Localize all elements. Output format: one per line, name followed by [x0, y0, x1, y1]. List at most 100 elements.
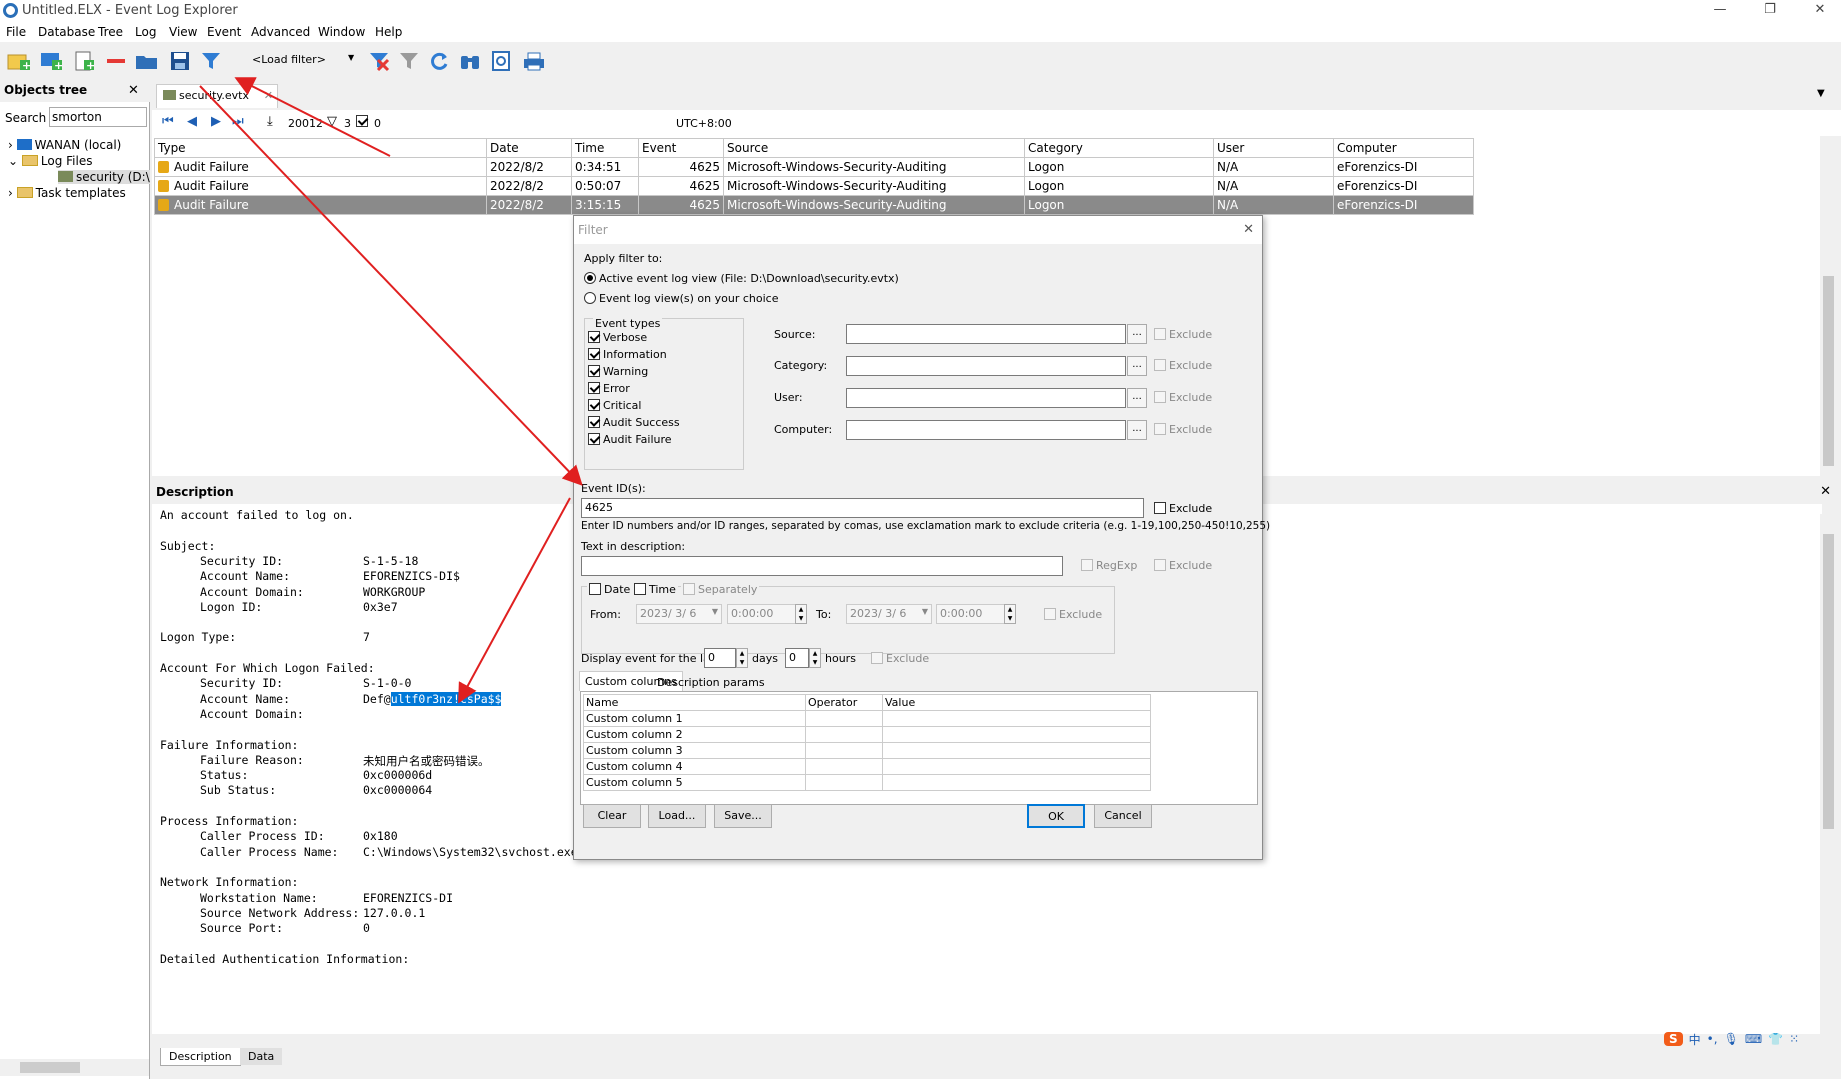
computer-exclude[interactable]: Exclude	[1154, 423, 1212, 436]
category-browse-button[interactable]: ...	[1127, 356, 1147, 376]
remove-icon[interactable]	[103, 48, 129, 74]
ime-logo-icon[interactable]: S	[1664, 1032, 1683, 1046]
calendar-dropdown-icon[interactable]: ▼	[712, 607, 718, 616]
event-ids-input[interactable]: 4625	[581, 498, 1144, 518]
calendar-dropdown-icon[interactable]: ▼	[922, 607, 928, 616]
to-date-input[interactable]: 2023/ 3/ 6 ▼	[846, 604, 932, 624]
ime-microphone-icon[interactable]: 🎙	[1724, 1032, 1739, 1046]
print-preview-icon[interactable]	[488, 48, 514, 74]
find-binoculars-icon[interactable]	[457, 48, 483, 74]
event-type-critical[interactable]: Critical	[588, 399, 641, 412]
tab-security[interactable]: security.evtx ✕	[156, 84, 278, 108]
menu-advanced[interactable]: Advanced	[251, 25, 310, 39]
text-description-input[interactable]	[581, 556, 1063, 576]
time-checkbox[interactable]: Time	[632, 583, 678, 596]
event-ids-exclude[interactable]: Exclude	[1154, 502, 1212, 515]
column-event[interactable]: Event	[638, 138, 724, 158]
menu-tree[interactable]: Tree	[98, 25, 123, 39]
cancel-button[interactable]: Cancel	[1094, 804, 1152, 828]
custom-column-row[interactable]: Custom column 5	[583, 774, 1151, 791]
hours-spinner[interactable]: ▲ ▼	[809, 648, 821, 668]
computer-input[interactable]	[846, 420, 1126, 440]
ime-chinese-icon[interactable]: 中	[1689, 1031, 1701, 1048]
menu-database[interactable]: Database	[38, 25, 95, 39]
close-window-button[interactable]: ✕	[1800, 2, 1840, 17]
source-input[interactable]	[846, 324, 1126, 344]
column-date[interactable]: Date	[486, 138, 572, 158]
custom-column-row[interactable]: Custom column 2	[583, 726, 1151, 743]
close-description-icon[interactable]: ✕	[1820, 484, 1831, 499]
ime-punctuation-icon[interactable]: •,	[1707, 1032, 1718, 1046]
menu-log[interactable]: Log	[135, 25, 156, 39]
print-icon[interactable]	[521, 48, 547, 74]
last-page-icon[interactable]: ⏭	[232, 114, 244, 129]
event-type-error[interactable]: Error	[588, 382, 630, 395]
tab-description[interactable]: Description	[160, 1048, 241, 1066]
user-input[interactable]	[846, 388, 1126, 408]
category-exclude[interactable]: Exclude	[1154, 359, 1212, 372]
custom-column-row[interactable]: Custom column 4	[583, 758, 1151, 775]
next-page-icon[interactable]: ▶	[211, 114, 221, 129]
separately-checkbox[interactable]: Separately	[681, 583, 760, 596]
source-browse-button[interactable]: ...	[1127, 324, 1147, 344]
add-computer-icon[interactable]: +	[38, 48, 64, 74]
ime-keyboard-icon[interactable]: ⌨	[1745, 1032, 1762, 1046]
radio-choice-view[interactable]: Event log view(s) on your choice	[584, 292, 778, 305]
computer-browse-button[interactable]: ...	[1127, 420, 1147, 440]
event-type-warning[interactable]: Warning	[588, 365, 648, 378]
clear-filter-icon[interactable]	[366, 48, 392, 74]
filter-icon[interactable]	[198, 48, 224, 74]
column-user[interactable]: User	[1213, 138, 1334, 158]
to-time-spinner[interactable]: ▲ ▼	[1004, 604, 1016, 624]
column-name[interactable]: Name	[583, 694, 806, 711]
custom-column-row[interactable]: Custom column 3	[583, 742, 1151, 759]
hours-input[interactable]: 0	[785, 648, 809, 668]
display-last-exclude[interactable]: Exclude	[871, 652, 929, 665]
tab-list-icon[interactable]: ▼	[1817, 88, 1825, 99]
minimize-button[interactable]: —	[1700, 2, 1740, 17]
column-computer[interactable]: Computer	[1333, 138, 1474, 158]
tree-item-computer[interactable]: › WANAN (local)	[8, 138, 121, 152]
new-workspace-icon[interactable]: +	[6, 48, 32, 74]
grid-scrollbar[interactable]	[1820, 136, 1837, 476]
user-exclude[interactable]: Exclude	[1154, 391, 1212, 404]
radio-active-view[interactable]: Active event log view (File: D:\Download…	[584, 272, 899, 285]
quick-filter-icon[interactable]	[396, 48, 422, 74]
category-input[interactable]	[846, 356, 1126, 376]
event-type-audit-failure[interactable]: Audit Failure	[588, 433, 672, 446]
date-checkbox[interactable]: Date	[587, 583, 633, 596]
load-button[interactable]: Load...	[648, 804, 706, 828]
menu-help[interactable]: Help	[375, 25, 402, 39]
close-tab-icon[interactable]: ✕	[264, 89, 273, 102]
days-input[interactable]: 0	[704, 648, 736, 668]
table-row[interactable]: Audit Failure 2022/8/2 0:34:51 4625 Micr…	[154, 157, 1474, 177]
event-type-audit-success[interactable]: Audit Success	[588, 416, 680, 429]
selected-text[interactable]: ultf0r3nz!csPa$$	[390, 691, 502, 706]
custom-column-row[interactable]: Custom column 1	[583, 710, 1151, 727]
add-log-icon[interactable]: +	[72, 48, 98, 74]
event-type-information[interactable]: Information	[588, 348, 667, 361]
from-date-input[interactable]: 2023/ 3/ 6 ▼	[636, 604, 722, 624]
table-row[interactable]: Audit Failure 2022/8/2 0:50:07 4625 Micr…	[154, 176, 1474, 196]
search-input[interactable]	[49, 107, 147, 127]
open-folder-icon[interactable]	[134, 48, 160, 74]
first-page-icon[interactable]: ⏮	[162, 114, 174, 129]
load-filter-dropdown[interactable]: <Load filter>	[252, 53, 326, 66]
horizontal-scrollbar[interactable]	[0, 1059, 149, 1076]
chevron-down-icon[interactable]: ▼	[348, 53, 354, 62]
column-type[interactable]: Type	[154, 138, 487, 158]
save-button[interactable]: Save...	[714, 804, 772, 828]
menu-event[interactable]: Event	[207, 25, 241, 39]
column-category[interactable]: Category	[1024, 138, 1214, 158]
menu-view[interactable]: View	[169, 25, 197, 39]
description-scrollbar[interactable]	[1820, 514, 1837, 1034]
ime-menu-icon[interactable]: ⁙	[1789, 1032, 1799, 1046]
dialog-close-icon[interactable]: ✕	[1243, 222, 1254, 237]
date-exclude[interactable]: Exclude	[1044, 608, 1102, 621]
tab-data[interactable]: Data	[240, 1048, 283, 1065]
source-exclude[interactable]: Exclude	[1154, 328, 1212, 341]
column-value[interactable]: Value	[882, 694, 1151, 711]
regexp-checkbox[interactable]: RegExp	[1081, 559, 1137, 572]
ok-button[interactable]: OK	[1027, 804, 1085, 828]
clear-button[interactable]: Clear	[583, 804, 641, 828]
